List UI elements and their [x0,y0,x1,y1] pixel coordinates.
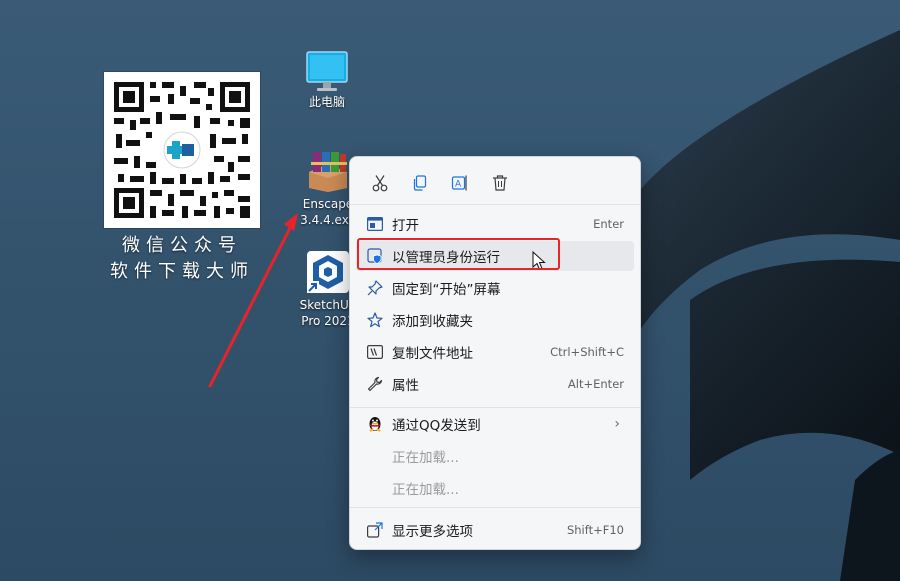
menu-item-send-via-qq[interactable]: 通过QQ发送到 › [356,409,634,439]
cut-button[interactable] [360,169,400,197]
copy-button[interactable] [400,169,440,197]
menu-item-properties[interactable]: 属性 Alt+Enter [356,369,634,399]
highlight-box [357,238,560,270]
menu-separator [350,204,640,205]
menu-item-label: 正在加载... [392,450,459,466]
more-options-icon [360,522,390,538]
menu-item-shortcut: Enter [593,217,624,231]
context-menu: A 打开 Enter 以管理员身份运行 固定到“开始”屏幕 添加到收藏夹 复制文… [349,156,641,550]
qq-penguin-icon [360,415,390,433]
path-icon [360,345,390,359]
menu-item-label: 显示更多选项 [392,524,473,540]
menu-item-loading: 正在加载... [356,473,634,503]
menu-item-label: 固定到“开始”屏幕 [392,282,501,298]
pin-icon [360,280,390,296]
menu-item-pin-to-start[interactable]: 固定到“开始”屏幕 [356,273,634,303]
menu-item-add-to-favorites[interactable]: 添加到收藏夹 [356,305,634,335]
menu-item-label: 属性 [392,378,419,394]
context-menu-toolbar: A [360,169,520,197]
menu-item-copy-path[interactable]: 复制文件地址 Ctrl+Shift+C [356,337,634,367]
menu-item-label: 打开 [392,218,419,234]
wrench-icon [360,376,390,392]
menu-separator [350,507,640,508]
rename-button[interactable]: A [440,169,480,197]
menu-item-label: 通过QQ发送到 [392,418,481,434]
open-icon [360,217,390,231]
chevron-right-icon: › [614,416,620,432]
menu-item-label: 添加到收藏夹 [392,314,473,330]
rename-icon: A [451,175,467,191]
cut-icon [372,175,388,192]
menu-item-label: 正在加载... [392,482,459,498]
star-icon [360,312,390,328]
menu-separator [350,407,640,408]
svg-text:A: A [455,180,462,190]
menu-item-open[interactable]: 打开 Enter [356,209,634,239]
menu-item-show-more-options[interactable]: 显示更多选项 Shift+F10 [356,515,634,545]
menu-item-shortcut: Alt+Enter [567,377,624,391]
delete-icon [493,175,507,191]
delete-button[interactable] [480,169,520,197]
menu-item-shortcut: Ctrl+Shift+C [550,345,624,359]
desktop: 微信公众号 软件下载大师 此电脑 Enscape 3.4.4.exe Sketc… [0,0,900,581]
menu-item-label: 复制文件地址 [392,346,473,362]
menu-item-loading: 正在加载... [356,441,634,471]
menu-item-shortcut: Shift+F10 [566,523,624,537]
copy-icon [413,175,427,191]
